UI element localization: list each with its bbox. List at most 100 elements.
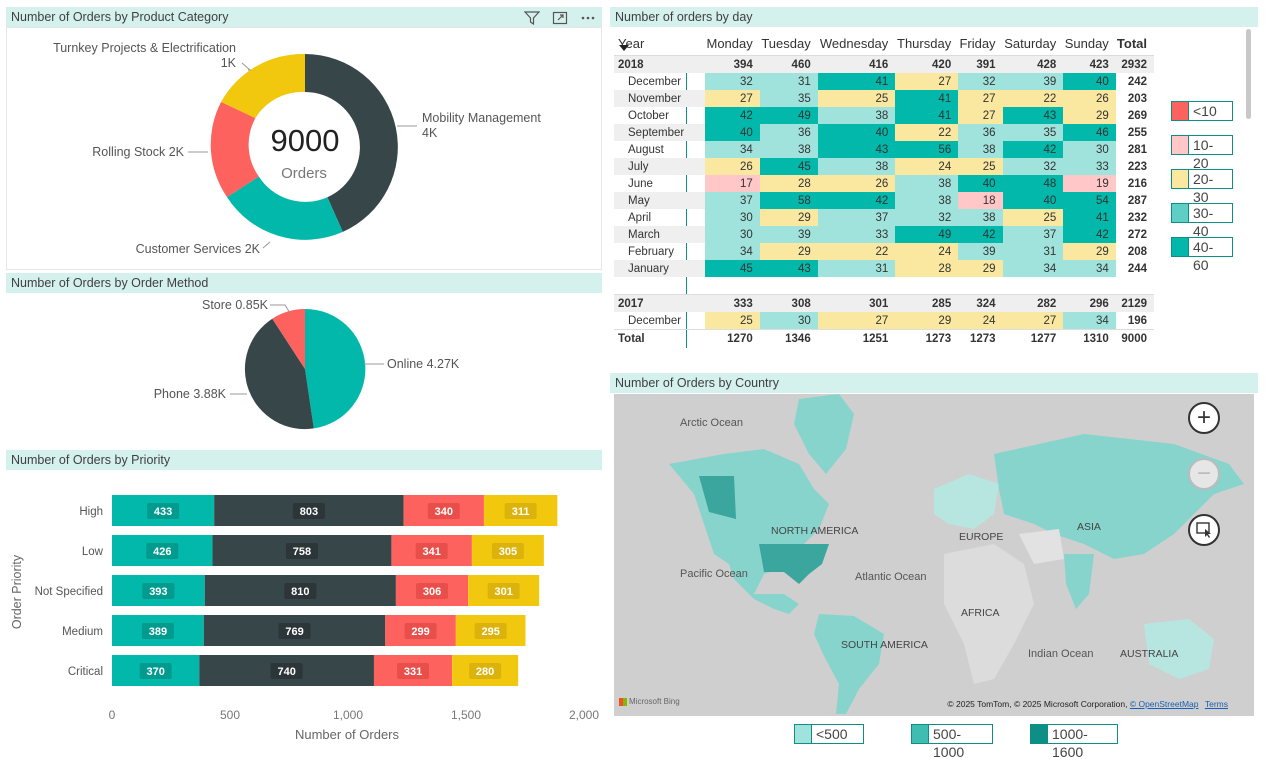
matrix-cell: 28 (759, 175, 818, 192)
matrix-row[interactable]: June 17 28 26 38 40 48 19 216 (614, 175, 1154, 192)
matrix-cell: 27 (958, 90, 1003, 107)
matrix-total-cell: 281 (1127, 143, 1147, 156)
matrix-header-wednesday[interactable]: Wednesday (818, 29, 896, 56)
sort-descending-icon[interactable] (619, 45, 629, 51)
matrix-cell: 27 (958, 107, 1003, 124)
matrix-row[interactable]: July 26 45 38 24 25 32 33 223 (614, 158, 1154, 175)
south-america-shape[interactable] (814, 614, 884, 714)
data-label: 295 (481, 626, 499, 638)
matrix-scrollbar[interactable] (1246, 29, 1251, 119)
matrix-row-label (614, 277, 705, 295)
matrix-cell: 46 (1063, 124, 1116, 141)
map-label-europe: EUROPE (959, 531, 1004, 543)
donut-slice-customer-services[interactable] (227, 176, 343, 240)
pie-slice-online[interactable] (305, 308, 366, 429)
greenland-shape[interactable] (794, 394, 854, 474)
osm-link[interactable]: © OpenStreetMap (1130, 699, 1199, 709)
matrix-total-row[interactable]: Total 1270 1346 1251 1273 1273 1277 1310 9000 (614, 329, 1154, 347)
select-region-icon[interactable] (1188, 514, 1220, 546)
donut-center-label: Orders (281, 165, 327, 182)
matrix-cell: 45 (759, 158, 818, 175)
data-label: 433 (154, 506, 172, 518)
matrix-cell: 24 (958, 312, 1003, 330)
matrix-row[interactable]: November 27 35 25 41 27 22 26 203 (614, 90, 1154, 107)
matrix-cell: 41 (1063, 209, 1116, 226)
matrix-cell: 333 (705, 294, 760, 312)
data-label: 426 (153, 546, 171, 558)
matrix-cell: 282 (1002, 294, 1064, 312)
matrix-cell: 39 (958, 243, 1003, 260)
heatmap-legend-item: 30-40 (1171, 203, 1233, 239)
matrix-row[interactable]: December 25 30 27 29 24 27 34 196 (614, 312, 1154, 330)
matrix-total-cell: 255 (1127, 126, 1147, 139)
zoom-out-icon[interactable]: − (1188, 458, 1220, 490)
matrix-header-monday[interactable]: Monday (705, 29, 760, 56)
matrix-cell: 19 (1063, 175, 1116, 192)
matrix-cell: 1277 (1002, 329, 1064, 347)
matrix-row-label: September (614, 124, 705, 141)
middle-east-shape[interactable] (1019, 529, 1064, 564)
matrix-row[interactable]: January 45 43 31 28 29 34 34 244 (614, 260, 1154, 277)
usa-shape[interactable] (759, 544, 829, 584)
matrix-cell: 423 (1063, 55, 1116, 73)
label-mobility: Mobility Management (422, 111, 541, 125)
matrix-row-label: April (628, 211, 652, 224)
matrix-cell: 34 (705, 141, 760, 158)
matrix-cell: 42 (1063, 226, 1116, 243)
terms-link[interactable]: Terms (1205, 699, 1228, 709)
matrix-cell: 285 (895, 294, 959, 312)
data-label: 803 (300, 506, 318, 518)
matrix-cell (705, 277, 760, 295)
europe-shape[interactable] (934, 474, 999, 529)
matrix-cell: 41 (895, 107, 959, 124)
matrix-header-thursday[interactable]: Thursday (895, 29, 958, 56)
legend-label: 40-60 (1189, 237, 1233, 273)
matrix-cell: 29 (895, 312, 959, 330)
matrix-total-cell: 223 (1127, 160, 1147, 173)
focus-mode-icon[interactable] (552, 11, 568, 25)
more-options-icon[interactable] (580, 13, 596, 23)
legend-swatch (1030, 724, 1048, 744)
matrix-cell: 30 (759, 312, 818, 330)
matrix-header-total[interactable]: Total (1116, 29, 1154, 56)
matrix-row[interactable]: October 42 49 38 41 27 43 29 269 (614, 107, 1154, 124)
matrix-row[interactable]: March 30 39 33 49 42 37 42 272 (614, 226, 1154, 243)
x-tick-label: 1,000 (333, 708, 363, 722)
matrix-header-sunday[interactable]: Sunday (1063, 29, 1116, 56)
matrix-row[interactable]: April 30 29 37 32 38 25 41 232 (614, 209, 1154, 226)
donut-center-value: 9000 (271, 123, 340, 158)
matrix-row[interactable] (614, 277, 1154, 295)
matrix-total-cell: 244 (1127, 262, 1147, 275)
map-label-north-america: NORTH AMERICA (771, 525, 859, 537)
matrix-cell: 39 (759, 226, 818, 243)
matrix-row[interactable]: May 37 58 42 38 18 40 54 287 (614, 192, 1154, 209)
zoom-in-icon[interactable]: + (1188, 402, 1220, 434)
matrix-year-row[interactable]: 2017 333 308 301 285 324 282 296 2129 (614, 294, 1154, 312)
matrix-row[interactable]: August 34 38 43 56 38 42 30 281 (614, 141, 1154, 158)
data-label: 758 (293, 546, 311, 558)
data-label: 311 (512, 506, 530, 518)
matrix-cell: 296 (1063, 294, 1116, 312)
matrix-row[interactable]: December 32 31 41 27 32 39 40 242 (614, 73, 1154, 90)
matrix-cell: 22 (1002, 90, 1064, 107)
matrix-cell: 29 (1063, 243, 1116, 260)
matrix-header-saturday[interactable]: Saturday (1003, 29, 1064, 56)
india-shape[interactable] (1064, 554, 1094, 609)
matrix-header-friday[interactable]: Friday (958, 29, 1002, 56)
legend-swatch (1171, 237, 1189, 257)
matrix-row[interactable]: February 34 29 22 24 39 31 29 208 (614, 243, 1154, 260)
matrix-header-tuesday[interactable]: Tuesday (760, 29, 818, 56)
country-map[interactable]: Arctic Ocean NORTH AMERICA Pacific Ocean… (614, 394, 1254, 716)
data-label: 810 (291, 586, 309, 598)
matrix-cell: 30 (705, 209, 760, 226)
map-label-australia: AUSTRALIA (1120, 648, 1179, 660)
matrix-year-row[interactable]: 2018 394 460 416 420 391 428 423 2932 (614, 55, 1154, 73)
legend-label: 20-30 (1189, 169, 1233, 205)
matrix-row[interactable]: September 40 36 40 22 36 35 46 255 (614, 124, 1154, 141)
legend-label: <10 (1189, 101, 1233, 121)
filter-icon[interactable] (524, 11, 540, 25)
y-category-label: Low (82, 546, 104, 558)
matrix-header-year[interactable]: Year (614, 29, 705, 56)
matrix-cell: 54 (1063, 192, 1116, 209)
matrix-cell: 24 (895, 243, 959, 260)
